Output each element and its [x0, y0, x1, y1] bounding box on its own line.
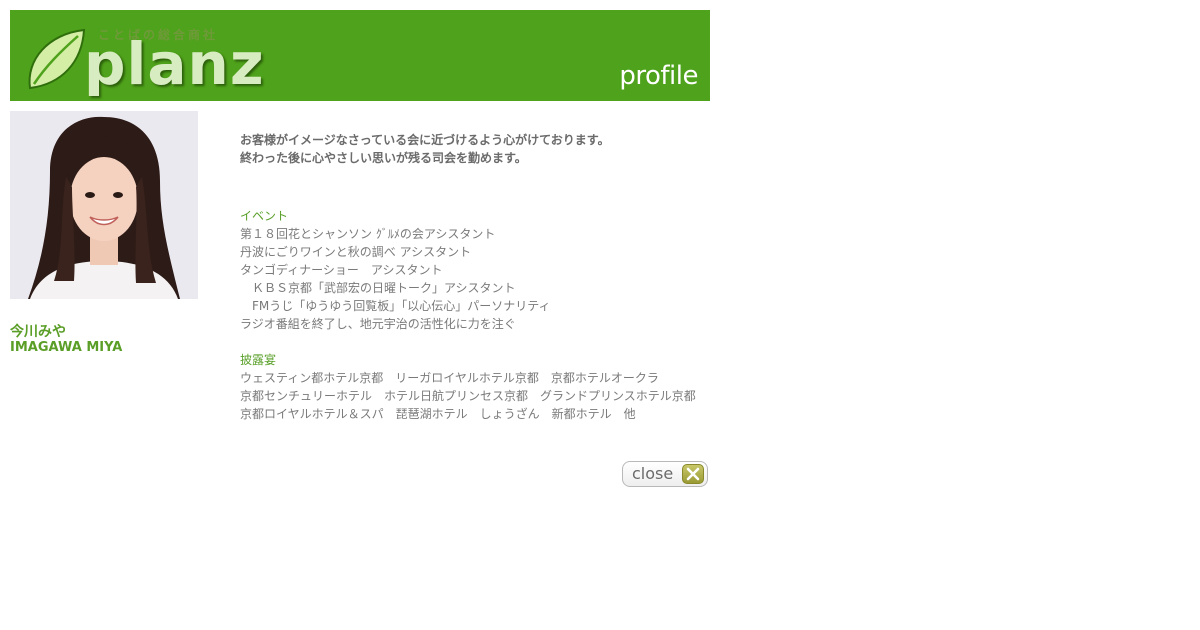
close-button-label: close: [632, 464, 674, 483]
weddings-section: 披露宴 ウェスティン都ホテル京都 リーガロイヤルホテル京都 京都ホテルオークラ …: [240, 351, 710, 423]
weddings-item: ウェスティン都ホテル京都 リーガロイヤルホテル京都 京都ホテルオークラ: [240, 371, 659, 385]
events-section: イベント 第１８回花とシャンソン ｸﾞﾙﾒの会アシスタント 丹波にごりワインと秋…: [240, 207, 710, 333]
portrait-photo-icon: [10, 111, 198, 299]
logo-wordmark: planz: [84, 30, 265, 98]
close-button[interactable]: close: [622, 461, 708, 487]
close-x-icon: [682, 464, 704, 484]
profile-photo: [10, 111, 198, 299]
events-item: FMうじ「ゆうゆう回覧板」「以心伝心」パーソナリティ: [240, 299, 551, 313]
page-title: profile: [619, 61, 698, 91]
weddings-item: 京都ロイヤルホテル＆スパ 琵琶湖ホテル しょうざん 新都ホテル 他: [240, 407, 636, 421]
events-item: ラジオ番組を終了し、地元宇治の活性化に力を注ぐ: [240, 317, 516, 331]
weddings-heading: 披露宴: [240, 353, 277, 367]
intro-line: お客様がイメージなさっている会に近づけるよう心がけております。: [240, 133, 610, 147]
weddings-item: 京都センチュリーホテル ホテル日航プリンセス京都 グランドプリンスホテル京都: [240, 389, 696, 403]
events-item: 第１８回花とシャンソン ｸﾞﾙﾒの会アシスタント: [240, 227, 496, 241]
profile-page: ことばの総合商社 planz profile 今川みや IMAGAWA MIYA…: [0, 0, 1200, 630]
events-heading: イベント: [240, 209, 289, 223]
intro-text: お客様がイメージなさっている会に近づけるよう心がけております。 終わった後に心や…: [240, 131, 710, 167]
intro-line: 終わった後に心やさしい思いが残る司会を勤めます。: [240, 151, 527, 165]
profile-content: お客様がイメージなさっている会に近づけるよう心がけております。 終わった後に心や…: [240, 131, 710, 421]
events-item: ＫＢＳ京都「武部宏の日曜トーク」アシスタント: [240, 281, 516, 295]
planz-logo: ことばの総合商社 planz: [26, 22, 264, 102]
events-item: タンゴディナーショー アシスタント: [240, 263, 443, 277]
header-banner: ことばの総合商社 planz profile: [10, 10, 710, 101]
events-item: 丹波にごりワインと秋の調べ アシスタント: [240, 245, 472, 259]
profile-name-japanese: 今川みや: [10, 324, 66, 340]
profile-name-english: IMAGAWA MIYA: [10, 340, 123, 355]
